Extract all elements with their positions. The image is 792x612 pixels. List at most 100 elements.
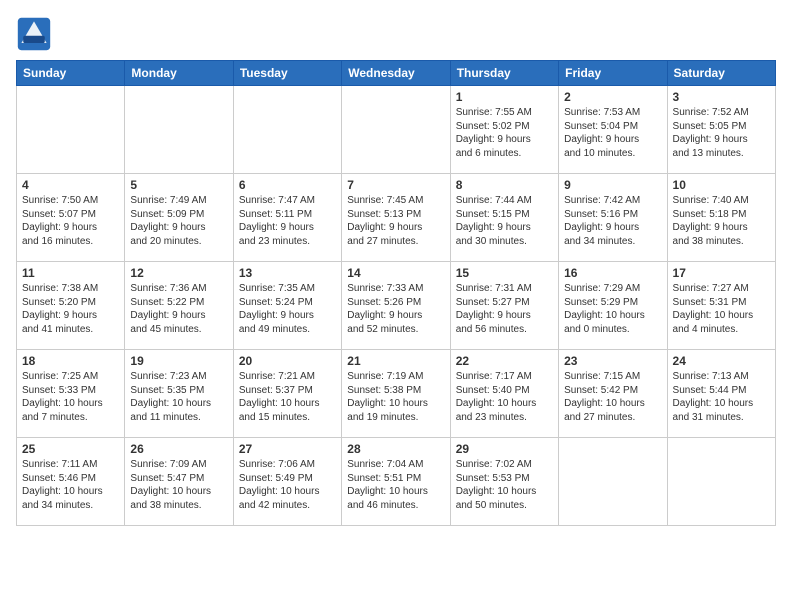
day-number: 21 [347,354,444,368]
day-info: Sunrise: 7:25 AM Sunset: 5:33 PM Dayligh… [22,370,119,424]
calendar-cell: 11 Sunrise: 7:38 AM Sunset: 5:20 PM Dayli… [17,262,125,350]
calendar-cell [559,438,667,526]
day-info: Sunrise: 7:21 AM Sunset: 5:37 PM Dayligh… [239,370,336,424]
calendar-cell: 14 Sunrise: 7:33 AM Sunset: 5:26 PM Dayli… [342,262,450,350]
calendar-cell: 20 Sunrise: 7:21 AM Sunset: 5:37 PM Dayli… [233,350,341,438]
day-number: 16 [564,266,661,280]
calendar-cell: 22 Sunrise: 7:17 AM Sunset: 5:40 PM Dayli… [450,350,558,438]
calendar-cell: 24Sunrise: 7:13 AM Sunset: 5:44 PM Dayli… [667,350,775,438]
calendar-cell [342,86,450,174]
day-number: 9 [564,178,661,192]
day-info: Sunrise: 7:17 AM Sunset: 5:40 PM Dayligh… [456,370,553,424]
day-info: Sunrise: 7:02 AM Sunset: 5:53 PM Dayligh… [456,458,553,512]
day-number: 13 [239,266,336,280]
day-info: Sunrise: 7:49 AM Sunset: 5:09 PM Dayligh… [130,194,227,248]
calendar-cell: 27Sunrise: 7:06 AM Sunset: 5:49 PM Dayli… [233,438,341,526]
day-header-saturday: Saturday [667,61,775,86]
day-info: Sunrise: 7:45 AM Sunset: 5:13 PM Dayligh… [347,194,444,248]
day-header-sunday: Sunday [17,61,125,86]
week-row-2: 4Sunrise: 7:50 AM Sunset: 5:07 PM Daylig… [17,174,776,262]
day-number: 19 [130,354,227,368]
day-info: Sunrise: 7:52 AM Sunset: 5:05 PM Dayligh… [673,106,770,160]
calendar-cell: 9 Sunrise: 7:42 AM Sunset: 5:16 PM Daylig… [559,174,667,262]
day-info: Sunrise: 7:35 AM Sunset: 5:24 PM Dayligh… [239,282,336,336]
day-number: 28 [347,442,444,456]
calendar-cell: 3 Sunrise: 7:52 AM Sunset: 5:05 PM Daylig… [667,86,775,174]
day-info: Sunrise: 7:47 AM Sunset: 5:11 PM Dayligh… [239,194,336,248]
week-row-3: 11 Sunrise: 7:38 AM Sunset: 5:20 PM Dayli… [17,262,776,350]
day-number: 10 [673,178,770,192]
calendar-cell: 17 Sunrise: 7:27 AM Sunset: 5:31 PM Dayli… [667,262,775,350]
logo [16,16,56,52]
day-header-wednesday: Wednesday [342,61,450,86]
day-info: Sunrise: 7:23 AM Sunset: 5:35 PM Dayligh… [130,370,227,424]
day-number: 20 [239,354,336,368]
calendar-cell [667,438,775,526]
calendar-cell: 2 Sunrise: 7:53 AM Sunset: 5:04 PM Daylig… [559,86,667,174]
days-header-row: SundayMondayTuesdayWednesdayThursdayFrid… [17,61,776,86]
day-info: Sunrise: 7:53 AM Sunset: 5:04 PM Dayligh… [564,106,661,160]
day-info: Sunrise: 7:36 AM Sunset: 5:22 PM Dayligh… [130,282,227,336]
day-info: Sunrise: 7:11 AM Sunset: 5:46 PM Dayligh… [22,458,119,512]
calendar-cell: 21 Sunrise: 7:19 AM Sunset: 5:38 PM Dayli… [342,350,450,438]
day-info: Sunrise: 7:09 AM Sunset: 5:47 PM Dayligh… [130,458,227,512]
calendar-cell: 13 Sunrise: 7:35 AM Sunset: 5:24 PM Dayli… [233,262,341,350]
week-row-1: 1 Sunrise: 7:55 AM Sunset: 5:02 PM Daylig… [17,86,776,174]
day-info: Sunrise: 7:50 AM Sunset: 5:07 PM Dayligh… [22,194,119,248]
calendar-cell: 7 Sunrise: 7:45 AM Sunset: 5:13 PM Daylig… [342,174,450,262]
page-header [16,16,776,52]
day-number: 25 [22,442,119,456]
calendar-cell [125,86,233,174]
day-number: 17 [673,266,770,280]
calendar-cell: 15 Sunrise: 7:31 AM Sunset: 5:27 PM Dayli… [450,262,558,350]
calendar-cell: 23 Sunrise: 7:15 AM Sunset: 5:42 PM Dayli… [559,350,667,438]
day-info: Sunrise: 7:42 AM Sunset: 5:16 PM Dayligh… [564,194,661,248]
day-number: 15 [456,266,553,280]
day-info: Sunrise: 7:29 AM Sunset: 5:29 PM Dayligh… [564,282,661,336]
day-info: Sunrise: 7:44 AM Sunset: 5:15 PM Dayligh… [456,194,553,248]
day-info: Sunrise: 7:19 AM Sunset: 5:38 PM Dayligh… [347,370,444,424]
calendar-cell: 12 Sunrise: 7:36 AM Sunset: 5:22 PM Dayli… [125,262,233,350]
calendar-cell: 16 Sunrise: 7:29 AM Sunset: 5:29 PM Dayli… [559,262,667,350]
day-info: Sunrise: 7:33 AM Sunset: 5:26 PM Dayligh… [347,282,444,336]
day-info: Sunrise: 7:06 AM Sunset: 5:49 PM Dayligh… [239,458,336,512]
calendar-cell [233,86,341,174]
logo-icon [16,16,52,52]
day-info: Sunrise: 7:40 AM Sunset: 5:18 PM Dayligh… [673,194,770,248]
calendar-cell: 25 Sunrise: 7:11 AM Sunset: 5:46 PM Dayli… [17,438,125,526]
day-number: 3 [673,90,770,104]
day-number: 5 [130,178,227,192]
day-number: 22 [456,354,553,368]
day-info: Sunrise: 7:15 AM Sunset: 5:42 PM Dayligh… [564,370,661,424]
day-number: 23 [564,354,661,368]
day-number: 29 [456,442,553,456]
day-info: Sunrise: 7:55 AM Sunset: 5:02 PM Dayligh… [456,106,553,160]
day-header-tuesday: Tuesday [233,61,341,86]
day-info: Sunrise: 7:38 AM Sunset: 5:20 PM Dayligh… [22,282,119,336]
calendar-cell: 6 Sunrise: 7:47 AM Sunset: 5:11 PM Daylig… [233,174,341,262]
calendar-table: SundayMondayTuesdayWednesdayThursdayFrid… [16,60,776,526]
day-number: 2 [564,90,661,104]
day-number: 26 [130,442,227,456]
calendar-cell: 26 Sunrise: 7:09 AM Sunset: 5:47 PM Dayli… [125,438,233,526]
calendar-cell: 29 Sunrise: 7:02 AM Sunset: 5:53 PM Dayli… [450,438,558,526]
day-number: 18 [22,354,119,368]
calendar-cell: 8 Sunrise: 7:44 AM Sunset: 5:15 PM Daylig… [450,174,558,262]
calendar-cell: 28Sunrise: 7:04 AM Sunset: 5:51 PM Dayli… [342,438,450,526]
day-number: 1 [456,90,553,104]
week-row-5: 25 Sunrise: 7:11 AM Sunset: 5:46 PM Dayli… [17,438,776,526]
day-number: 8 [456,178,553,192]
day-info: Sunrise: 7:31 AM Sunset: 5:27 PM Dayligh… [456,282,553,336]
day-number: 7 [347,178,444,192]
day-header-friday: Friday [559,61,667,86]
calendar-cell: 4Sunrise: 7:50 AM Sunset: 5:07 PM Daylig… [17,174,125,262]
day-number: 12 [130,266,227,280]
day-number: 11 [22,266,119,280]
day-number: 14 [347,266,444,280]
week-row-4: 18 Sunrise: 7:25 AM Sunset: 5:33 PM Dayli… [17,350,776,438]
calendar-cell: 19 Sunrise: 7:23 AM Sunset: 5:35 PM Dayli… [125,350,233,438]
day-info: Sunrise: 7:13 AM Sunset: 5:44 PM Dayligh… [673,370,770,424]
calendar-cell: 1 Sunrise: 7:55 AM Sunset: 5:02 PM Daylig… [450,86,558,174]
day-info: Sunrise: 7:27 AM Sunset: 5:31 PM Dayligh… [673,282,770,336]
day-number: 6 [239,178,336,192]
